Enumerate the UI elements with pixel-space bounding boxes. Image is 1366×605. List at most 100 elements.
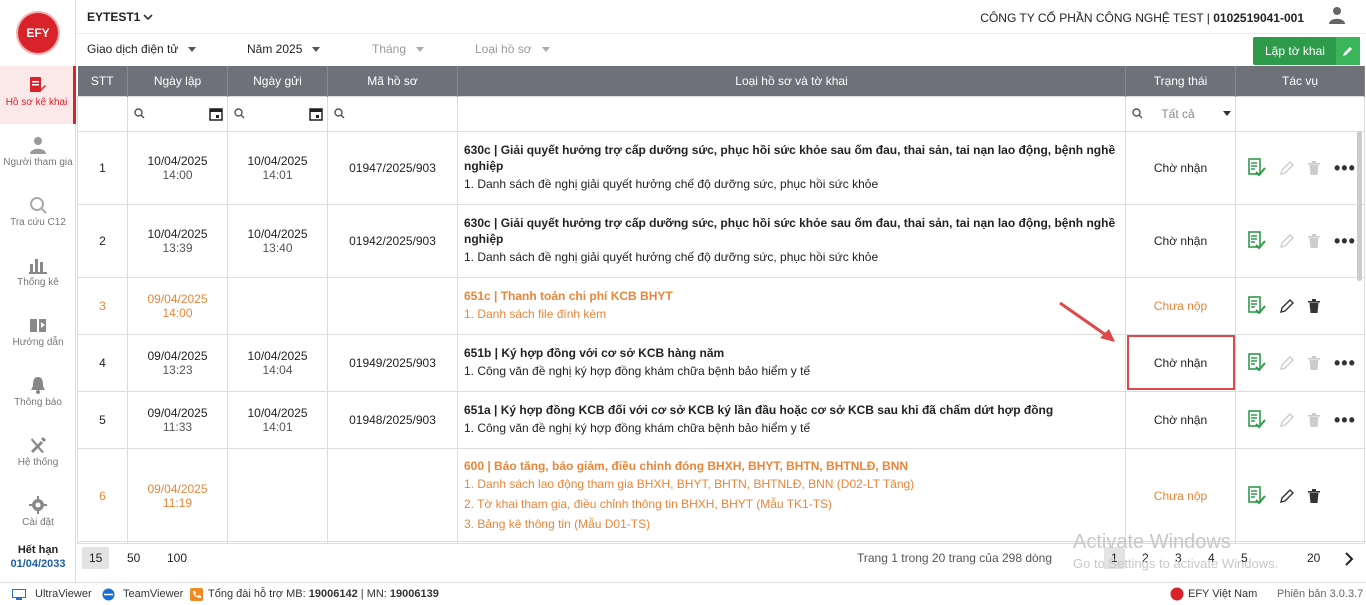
user-icon[interactable] [1328,6,1346,24]
sidebar-item-thong-ke[interactable]: Thống kê [0,246,76,304]
approve-doc-icon[interactable] [1247,231,1266,250]
trash-icon[interactable] [1308,298,1320,313]
trash-icon[interactable] [1308,233,1320,248]
doc-title[interactable]: 630c | Giải quyết hưởng trợ cấp dưỡng sứ… [464,215,1119,247]
sub-form[interactable]: 2. Tờ khai tham gia, điều chỉnh thông ti… [464,494,1119,514]
doc-title[interactable]: 630c | Giải quyết hưởng trợ cấp dưỡng sứ… [464,142,1119,174]
actions-cell: ••• [1235,130,1365,205]
trash-icon[interactable] [1308,412,1320,427]
more-icon[interactable]: ••• [1334,232,1356,250]
col-doc-type[interactable]: Loại hồ sơ và tờ khai [457,66,1126,96]
page-20[interactable]: 20 [1307,551,1320,565]
transaction-filter[interactable]: Giao dịch điện tử [87,42,197,56]
sidebar-item-thong-bao[interactable]: Thông báo [0,366,76,424]
col-created-date[interactable]: Ngày lập [127,66,228,96]
doc-title[interactable]: 651c | Thanh toán chi phí KCB BHYT [464,288,1119,304]
teamviewer-link[interactable]: TeamViewer [123,588,183,600]
efy-logo[interactable]: EFY [18,13,58,53]
col-status[interactable]: Trạng thái [1125,66,1236,96]
ultraviewer-link[interactable]: UltraViewer [35,588,92,600]
page-5[interactable]: 5 [1241,551,1248,565]
caret-down-icon [416,47,425,53]
page-4[interactable]: 4 [1208,551,1215,565]
approve-doc-icon[interactable] [1247,486,1266,505]
page-size-100[interactable]: 100 [167,551,187,565]
table-row[interactable]: 6 09/04/2025 11:19 600 | Báo tăng, báo giảm… [77,447,1365,544]
sidebar-item-cai-dat[interactable]: Cài đặt [0,486,76,544]
sidebar-item-tra-cuu-c12[interactable]: Tra cứu C12 [0,186,76,244]
code-search[interactable] [327,95,458,132]
approve-doc-icon[interactable] [1247,158,1266,177]
more-icon[interactable]: ••• [1334,411,1356,429]
table-row[interactable]: 4 09/04/2025 13:23 10/04/2025 14:04 01949/202… [77,333,1365,392]
calendar-icon[interactable] [209,107,223,121]
sub-form[interactable]: 1. Công văn đề nghị ký hợp đồng khám chữ… [464,418,1119,438]
edit-icon[interactable] [1280,488,1294,503]
sidebar-item-huong-dan[interactable]: Hướng dẫn [0,306,76,364]
page-size-50[interactable]: 50 [127,551,140,565]
table-row[interactable]: 3 09/04/2025 14:00 651c | Thanh toán chi ph… [77,276,1365,335]
sub-form[interactable]: 1. Danh sách đề nghị giải quyết hưởng ch… [464,247,1119,267]
chevron-right-icon[interactable] [1343,551,1355,567]
more-icon[interactable]: ••• [1334,159,1356,177]
code-cell: 01948/2025/903 [327,390,458,449]
edit-icon[interactable] [1280,355,1294,370]
sent-date-search[interactable] [227,95,328,132]
doc-title[interactable]: 600 | Báo tăng, báo giảm, điều chỉnh đón… [464,458,1119,474]
col-sent-date[interactable]: Ngày gửi [227,66,328,96]
page-1[interactable]: 1 [1104,547,1125,569]
table-row[interactable]: 5 09/04/2025 11:33 10/04/2025 14:01 01948/202… [77,390,1365,449]
actions-cell: ••• [1235,390,1365,449]
edit-icon[interactable] [1280,298,1294,313]
approve-doc-icon[interactable] [1247,353,1266,372]
edit-icon[interactable] [1280,233,1294,248]
more-icon[interactable]: ••• [1334,354,1356,372]
expiry-label: Hết hạn [17,544,59,556]
sub-form[interactable]: 1. Danh sách lao động tham gia BHXH, BHY… [464,474,1119,494]
sub-form[interactable]: 1. Danh sách đề nghị giải quyết hưởng ch… [464,174,1119,194]
scrollbar[interactable] [1357,131,1362,281]
table-row[interactable]: 1 10/04/2025 14:00 10/04/2025 14:01 01947/202… [77,130,1365,205]
trash-icon[interactable] [1308,355,1320,370]
sub-form[interactable]: 1. Công văn đề nghị ký hợp đồng khám chữ… [464,361,1119,381]
year-filter[interactable]: Năm 2025 [247,42,321,56]
row-stt: 6 [77,447,128,544]
created-time: 14:00 [162,167,193,182]
created-date-search[interactable] [127,95,228,132]
sent-date-cell [227,276,328,335]
calendar-icon[interactable] [309,107,323,121]
doc-title[interactable]: 651a | Ký hợp đồng KCB đối với cơ sở KCB… [464,402,1119,418]
sent-date-cell: 10/04/2025 14:01 [227,130,328,205]
doc-title[interactable]: 651b | Ký hợp đồng với cơ sở KCB hàng nă… [464,345,1119,361]
approve-doc-icon[interactable] [1247,410,1266,429]
doc-type-filter[interactable]: Loại hồ sơ [475,42,550,56]
page-3[interactable]: 3 [1175,551,1182,565]
sidebar-item-label: Thông báo [14,397,62,408]
sub-form[interactable]: 3. Bảng kê thông tin (Mẫu D01-TS) [464,514,1119,534]
trash-icon[interactable] [1308,160,1320,175]
doc-type-cell: 630c | Giải quyết hưởng trợ cấp dưỡng sứ… [457,130,1126,205]
account-selector[interactable]: EYTEST1 [87,10,153,24]
page-2[interactable]: 2 [1142,551,1149,565]
approve-doc-icon[interactable] [1247,296,1266,315]
edit-icon[interactable] [1280,160,1294,175]
trash-icon[interactable] [1308,488,1320,503]
col-code[interactable]: Mã hồ sơ [327,66,458,96]
edit-icon[interactable] [1280,412,1294,427]
table-row[interactable]: 2 10/04/2025 13:39 10/04/2025 13:40 01942/202… [77,203,1365,278]
sidebar-item-he-thong[interactable]: Hệ thống [0,426,76,484]
created-date: 09/04/2025 [147,405,208,420]
sidebar-item-label: Hệ thống [17,457,59,468]
sub-form[interactable]: 1. Danh sách file đính kèm [464,304,1119,324]
page-size-15[interactable]: 15 [82,547,110,569]
sidebar-item-ho-so-ke-khai[interactable]: Hồ sơ kê khai [0,66,76,124]
create-declaration-button[interactable]: Lập tờ khai [1253,37,1360,65]
doc-type-cell: 651b | Ký hợp đồng với cơ sở KCB hàng nă… [457,333,1126,392]
created-date: 09/04/2025 [147,291,208,306]
status-filter[interactable]: Tất cả [1125,95,1236,132]
sidebar-item-nguoi-tham-gia[interactable]: Người tham gia [0,126,76,184]
search-doc-icon [30,197,47,214]
col-actions: Tác vụ [1235,66,1365,96]
code-cell: 01942/2025/903 [327,203,458,278]
month-filter[interactable]: Tháng [372,42,425,56]
